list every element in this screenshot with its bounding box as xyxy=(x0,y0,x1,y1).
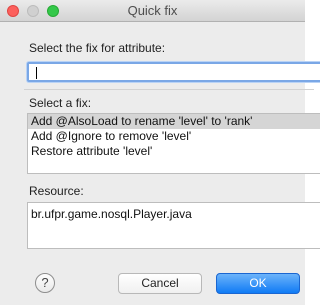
title-bar: Quick fix xyxy=(0,0,305,22)
resource-list[interactable]: br.ufpr.game.nosql.Player.java xyxy=(27,202,320,249)
fix-item-also-load[interactable]: Add @AlsoLoad to rename 'level' to 'rank… xyxy=(28,114,320,129)
resource-label: Resource: xyxy=(29,184,84,198)
attribute-label: Select the fix for attribute: xyxy=(29,41,166,55)
help-button[interactable]: ? xyxy=(35,273,55,293)
attribute-input[interactable] xyxy=(27,62,320,82)
resource-item[interactable]: br.ufpr.game.nosql.Player.java xyxy=(28,207,320,222)
fix-item-restore[interactable]: Restore attribute 'level' xyxy=(28,144,320,159)
window-title: Quick fix xyxy=(127,3,178,18)
cancel-button[interactable]: Cancel xyxy=(118,273,202,294)
quick-fix-dialog: Quick fix Select the fix for attribute: … xyxy=(0,0,320,305)
fix-item-ignore[interactable]: Add @Ignore to remove 'level' xyxy=(28,129,320,144)
fixes-list[interactable]: Add @AlsoLoad to rename 'level' to 'rank… xyxy=(27,113,320,174)
text-caret xyxy=(36,67,37,79)
fixes-label: Select a fix: xyxy=(29,96,92,110)
ok-button[interactable]: OK xyxy=(216,273,300,294)
separator xyxy=(24,89,314,90)
